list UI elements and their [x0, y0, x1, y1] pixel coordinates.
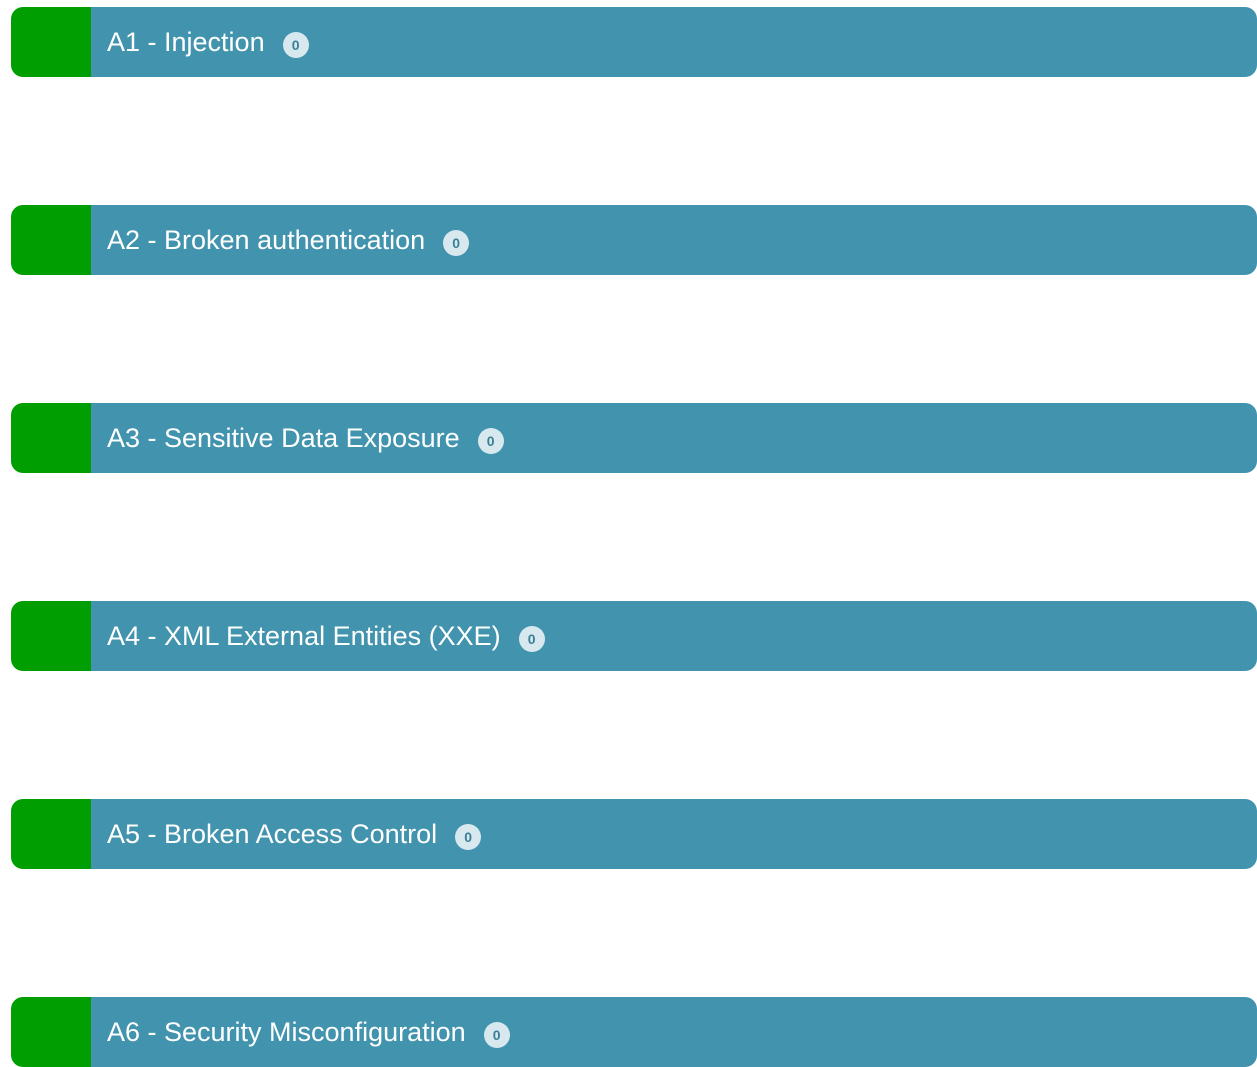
challenge-count-badge: 0	[443, 230, 470, 256]
category-bar[interactable]: A1 - Injection 0	[91, 7, 1257, 77]
category-a5-broken-access-control[interactable]: A5 - Broken Access Control 0	[11, 799, 1257, 869]
status-indicator	[11, 601, 91, 671]
category-a6-security-misconfiguration[interactable]: A6 - Security Misconfiguration 0	[11, 997, 1257, 1067]
challenge-count-badge: 0	[518, 626, 545, 652]
category-bar[interactable]: A5 - Broken Access Control 0	[91, 799, 1257, 869]
status-indicator	[11, 799, 91, 869]
category-title[interactable]: A2 - Broken authentication	[107, 226, 425, 254]
category-title[interactable]: A5 - Broken Access Control	[107, 820, 437, 848]
challenge-count-badge: 0	[483, 1022, 510, 1048]
challenge-count-badge: 0	[477, 428, 504, 454]
category-bar[interactable]: A3 - Sensitive Data Exposure 0	[91, 403, 1257, 473]
category-title[interactable]: A6 - Security Misconfiguration	[107, 1018, 466, 1046]
category-title[interactable]: A3 - Sensitive Data Exposure	[107, 424, 460, 452]
status-indicator	[11, 403, 91, 473]
category-a2-broken-authentication[interactable]: A2 - Broken authentication 0	[11, 205, 1257, 275]
category-bar[interactable]: A4 - XML External Entities (XXE) 0	[91, 601, 1257, 671]
category-a1-injection[interactable]: A1 - Injection 0	[11, 7, 1257, 77]
status-indicator	[11, 7, 91, 77]
category-bar[interactable]: A2 - Broken authentication 0	[91, 205, 1257, 275]
status-indicator	[11, 997, 91, 1067]
challenge-count-badge: 0	[455, 824, 482, 850]
challenge-count-badge: 0	[282, 32, 309, 58]
category-title[interactable]: A4 - XML External Entities (XXE)	[107, 622, 501, 650]
status-indicator	[11, 205, 91, 275]
category-bar[interactable]: A6 - Security Misconfiguration 0	[91, 997, 1257, 1067]
category-a4-xml-external-entities[interactable]: A4 - XML External Entities (XXE) 0	[11, 601, 1257, 671]
category-list: A1 - Injection 0 A2 - Broken authenticat…	[0, 0, 1257, 1067]
category-a3-sensitive-data-exposure[interactable]: A3 - Sensitive Data Exposure 0	[11, 403, 1257, 473]
category-title[interactable]: A1 - Injection	[107, 28, 265, 56]
